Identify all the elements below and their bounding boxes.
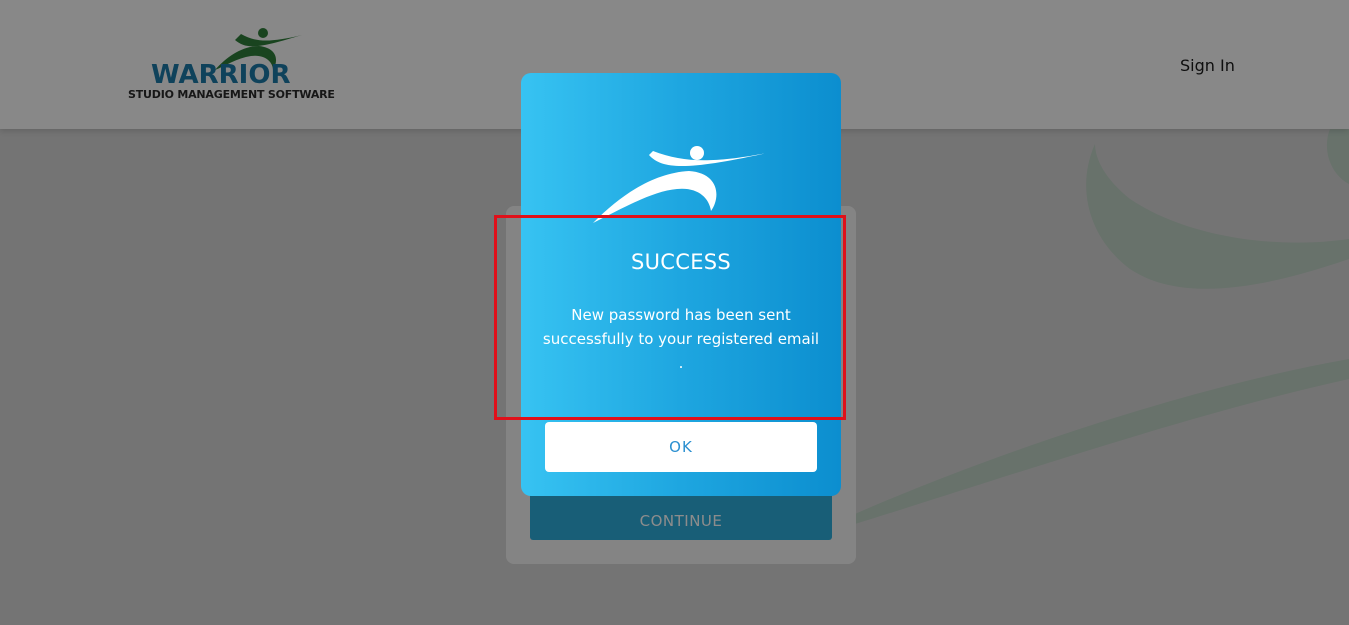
- success-dialog: SUCCESS New password has been sent succe…: [521, 73, 841, 496]
- dialog-title: SUCCESS: [630, 250, 732, 274]
- dialog-message: New password has been sent successfully …: [542, 306, 820, 372]
- ok-button[interactable]: OK: [545, 422, 817, 472]
- warrior-figure-icon: [593, 146, 767, 223]
